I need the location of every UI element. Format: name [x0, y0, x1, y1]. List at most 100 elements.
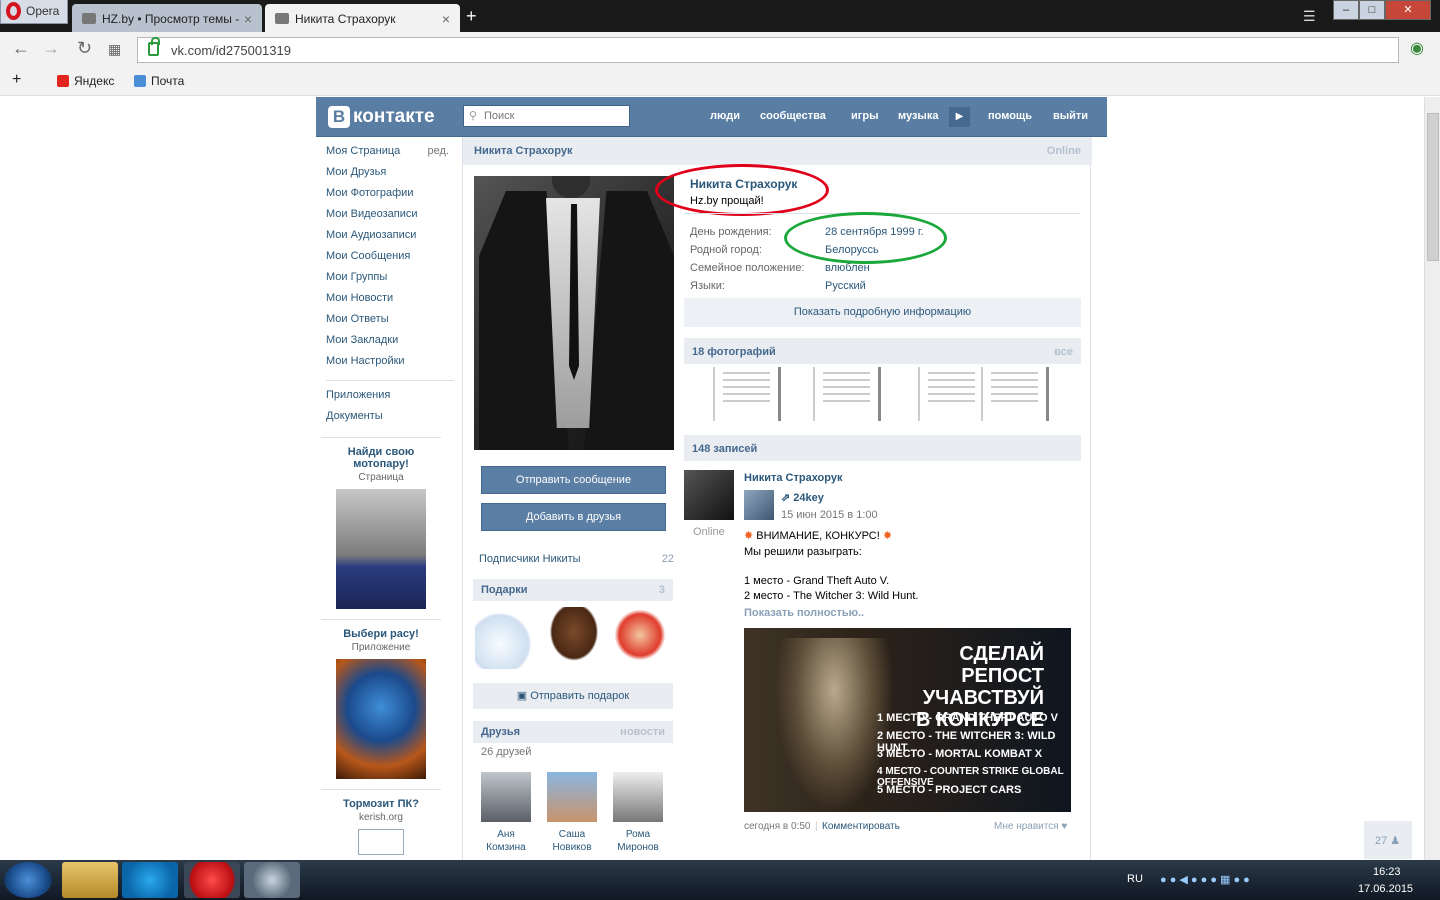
speed-dial-icon[interactable]: ▦: [108, 41, 121, 58]
post-line: Мы решили разыграть:: [744, 546, 862, 558]
friend-name[interactable]: Саша Новиков: [541, 828, 603, 854]
subscribers-count: 22: [661, 553, 674, 565]
opera-menu-button[interactable]: Opera: [0, 0, 68, 24]
gift-clown[interactable]: [609, 607, 671, 669]
music-play-icon[interactable]: ▶: [949, 107, 970, 127]
red-highlight-circle: [655, 164, 829, 216]
page-counter[interactable]: 27 ♟: [1364, 821, 1412, 859]
explorer-taskbar-icon[interactable]: [62, 862, 118, 898]
menu-groups[interactable]: Мои Группы: [326, 271, 456, 292]
add-friend-button[interactable]: Добавить в друзья: [481, 503, 666, 531]
photo-thumb[interactable]: [713, 367, 781, 421]
gifts-header[interactable]: Подарки 3: [473, 579, 673, 601]
ad-image[interactable]: [358, 829, 404, 855]
close-tab-icon[interactable]: ×: [442, 11, 450, 27]
menu-news[interactable]: Мои Новости: [326, 292, 456, 313]
bookmark-yandex[interactable]: Яндекс: [57, 74, 114, 88]
repost-source-name[interactable]: ⇗ 24key: [781, 491, 824, 504]
mail-icon: [134, 75, 146, 87]
friend-avatar[interactable]: [613, 772, 663, 822]
repost-date[interactable]: 15 июн 2015 в 1:00: [781, 509, 878, 521]
edit-link[interactable]: ред.: [428, 145, 449, 157]
app-taskbar-icon[interactable]: [244, 862, 300, 898]
page-scrollbar[interactable]: [1424, 97, 1440, 860]
language-indicator[interactable]: RU: [1127, 873, 1143, 885]
tab-vk-profile[interactable]: Никита Страхорук ×: [265, 4, 460, 32]
bookmark-mail[interactable]: Почта: [134, 74, 184, 88]
like-button[interactable]: Мне нравится ♥: [994, 821, 1067, 832]
menu-photos[interactable]: Мои Фотографии: [326, 187, 456, 208]
gift-polar-bears[interactable]: [475, 607, 537, 669]
send-message-button[interactable]: Отправить сообщение: [481, 466, 666, 494]
menu-bookmarks[interactable]: Мои Закладки: [326, 334, 456, 355]
photo-thumb[interactable]: [981, 367, 1049, 421]
menu-audio[interactable]: Мои Аудиозаписи: [326, 229, 456, 250]
menu-friends[interactable]: Мои Друзья: [326, 166, 456, 187]
subscribers-link[interactable]: Подписчики Никиты 22: [479, 553, 674, 565]
nav-help[interactable]: помощь: [988, 110, 1032, 122]
ad-block-pc[interactable]: Тормозит ПК? kerish.org: [321, 789, 441, 855]
menu-apps[interactable]: Приложения: [326, 389, 456, 410]
nav-communities[interactable]: сообщества: [760, 110, 826, 122]
show-full-info-button[interactable]: Показать подробную информацию: [684, 298, 1081, 327]
nav-music[interactable]: музыка: [898, 110, 938, 122]
tab-menu-icon[interactable]: ☰: [1303, 8, 1316, 25]
photo-thumb[interactable]: [813, 367, 881, 421]
post-image[interactable]: СДЕЛАЙ РЕПОСТ УЧАВСТВУЙ В КОНКУРСЕ 1 МЕС…: [744, 628, 1071, 812]
profile-photo[interactable]: [474, 176, 674, 450]
download-icon[interactable]: ◉: [1410, 38, 1424, 58]
post-line: 2 место - The Witcher 3: Wild Hunt.: [744, 590, 919, 602]
clock-date[interactable]: 17.06.2015: [1358, 883, 1413, 895]
friend-avatar[interactable]: [481, 772, 531, 822]
repost-source-avatar[interactable]: [744, 490, 774, 520]
ad-block-race[interactable]: Выбери расу! Приложение: [321, 619, 441, 779]
menu-settings[interactable]: Мои Настройки: [326, 355, 456, 376]
friend-name[interactable]: Рома Миронов: [607, 828, 669, 854]
menu-answers[interactable]: Мои Ответы: [326, 313, 456, 334]
windows-taskbar: RU ● ● ◀ ● ● ● ▦ ● ● 16:23 17.06.2015: [0, 860, 1440, 900]
maximize-button[interactable]: □: [1359, 0, 1385, 20]
minimize-button[interactable]: –: [1333, 0, 1359, 20]
menu-messages[interactable]: Мои Сообщения: [326, 250, 456, 271]
menu-docs[interactable]: Документы: [326, 410, 456, 431]
reload-icon[interactable]: ↻: [77, 38, 92, 59]
ad-image[interactable]: [336, 489, 426, 609]
browser-tabstrip: Opera HZ.by • Просмотр темы - × Никита Ст…: [0, 0, 1440, 32]
menu-videos[interactable]: Мои Видеозаписи: [326, 208, 456, 229]
post-author-avatar[interactable]: [684, 470, 734, 520]
close-tab-icon[interactable]: ×: [244, 11, 252, 27]
gift-ice-cream[interactable]: [543, 607, 605, 669]
close-window-button[interactable]: ✕: [1385, 0, 1431, 20]
search-input[interactable]: ⚲ Поиск: [463, 105, 630, 127]
clock-time[interactable]: 16:23: [1373, 866, 1401, 878]
nav-people[interactable]: люди: [710, 110, 740, 122]
scrollbar-thumb[interactable]: [1427, 113, 1439, 261]
vk-logo[interactable]: Вконтакте: [328, 106, 435, 128]
nav-games[interactable]: игры: [851, 110, 878, 122]
skype-taskbar-icon[interactable]: [122, 862, 178, 898]
friends-header[interactable]: Друзья новости: [473, 721, 673, 743]
ad-image[interactable]: [336, 659, 426, 779]
nav-logout[interactable]: выйти: [1053, 110, 1088, 122]
tray-icons[interactable]: ● ● ◀ ● ● ● ▦ ● ●: [1160, 873, 1250, 886]
repost-icon: ⇗: [781, 492, 794, 504]
photos-header[interactable]: 18 фотографий все: [684, 338, 1081, 364]
post-time[interactable]: сегодня в 0:50: [744, 821, 810, 832]
forward-icon[interactable]: →: [42, 38, 60, 59]
ad-block-moto[interactable]: Найди свою мотопару! Страница: [321, 437, 441, 609]
show-more-link[interactable]: Показать полностью..: [744, 607, 864, 619]
back-icon[interactable]: ←: [12, 38, 30, 59]
send-gift-button[interactable]: ▣ Отправить подарок: [473, 683, 673, 709]
photo-thumb[interactable]: [918, 367, 986, 421]
new-tab-button[interactable]: +: [466, 6, 477, 27]
language-value[interactable]: Русский: [825, 280, 866, 292]
url-field[interactable]: vk.com/id275001319: [137, 37, 1399, 63]
friend-name[interactable]: Аня Комзина: [475, 828, 537, 854]
add-bookmark-icon[interactable]: +: [12, 71, 21, 89]
start-button[interactable]: [4, 862, 52, 898]
tab-hzby[interactable]: HZ.by • Просмотр темы - ×: [72, 4, 262, 32]
friend-avatar[interactable]: [547, 772, 597, 822]
opera-taskbar-icon[interactable]: [184, 862, 240, 898]
comment-link[interactable]: Комментировать: [822, 821, 900, 832]
post-author-name[interactable]: Никита Страхорук: [744, 472, 842, 484]
